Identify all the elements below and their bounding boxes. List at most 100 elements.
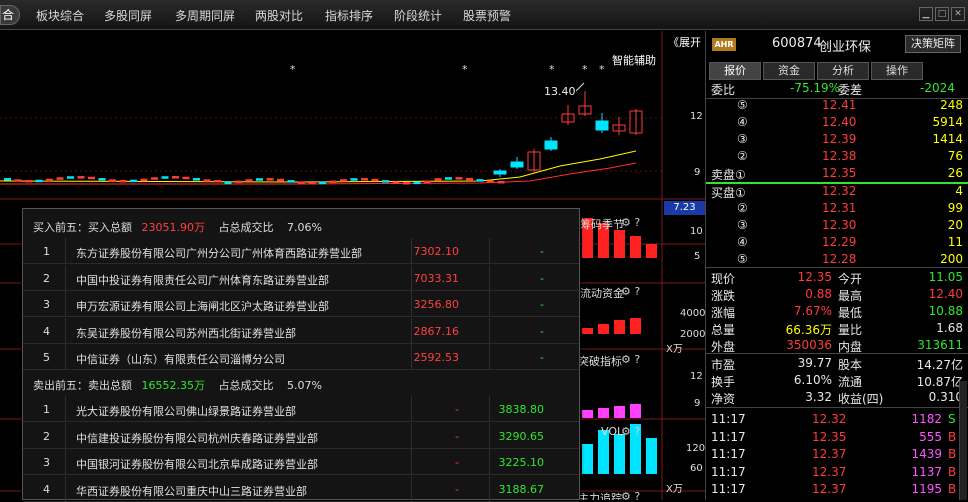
tab-quote[interactable]: 报价 (709, 62, 761, 80)
candlestick (361, 178, 368, 181)
menu-item-stock-alert[interactable]: 股票预警 (463, 7, 511, 24)
broker-row[interactable]: 1 光大证券股份有限公司佛山绿景路证券营业部 - 3838.80 (23, 396, 579, 422)
stat-value: 12.35 (797, 270, 832, 284)
candlestick-series (4, 91, 643, 185)
indicator-bar (630, 318, 641, 334)
orderbook-volume: 76 (947, 149, 963, 163)
broker-row[interactable]: 2 中信建投证券股份有限公司杭州庆春路证券营业部 - 3290.65 (23, 422, 579, 449)
broker-rank: 5 (43, 351, 50, 364)
signal-star-icon: * (462, 63, 468, 76)
candlestick (298, 181, 305, 184)
weibi-value: -75.19% (790, 81, 841, 95)
ma-line-yellow (0, 150, 637, 183)
candlestick (130, 179, 137, 183)
tab-analysis[interactable]: 分析 (817, 62, 869, 80)
unit-label: X万 (666, 484, 683, 495)
candlestick (161, 176, 169, 179)
moving-average-lines (0, 150, 637, 185)
candlestick (445, 177, 452, 180)
panel-axis-tick: 2000 (680, 329, 705, 340)
orderbook-price[interactable]: 12.39 (822, 132, 856, 146)
menu-item-multi-period[interactable]: 多周期同屏 (175, 7, 235, 24)
broker-row[interactable]: 2 中国中投证券有限责任公司广州体育东路证券营业部 7033.31 - (23, 264, 579, 291)
quote-panel: AHR 600874 创业环保 决策矩阵 报价 资金 分析 操作 委比 -75.… (705, 31, 968, 500)
orderbook-price[interactable]: 12.38 (822, 149, 856, 163)
candlestick (340, 179, 347, 182)
candlestick (497, 180, 505, 184)
assist-label[interactable]: 智能辅助 (612, 52, 656, 68)
tick-volume: 1137 (911, 464, 942, 479)
panel-title-main-track[interactable]: 主力追踪 (578, 490, 622, 500)
stat-value: 350036 (786, 338, 832, 352)
menu-item-indicator-sort[interactable]: 指标排序 (325, 7, 373, 24)
tab-funds[interactable]: 资金 (763, 62, 815, 80)
broker-rank: 1 (43, 403, 50, 416)
broker-name: 东方证券股份有限公司广州分公司广州体育西路证券营业部 (76, 247, 362, 260)
decision-matrix-button[interactable]: 决策矩阵 (905, 35, 961, 53)
gear-icon[interactable]: ⚙ ? (621, 425, 640, 438)
tick-time: 11:17 (711, 412, 746, 426)
broker-name: 中国银河证券股份有限公司北京阜成路证券营业部 (76, 458, 318, 471)
signal-star-icon: * (582, 63, 588, 76)
ahr-badge[interactable]: AHR (712, 38, 736, 51)
candlestick (151, 177, 158, 180)
candlestick (14, 179, 22, 182)
orderbook-level-label: ③ (737, 132, 748, 146)
close-icon[interactable]: ✕ (951, 7, 965, 21)
menu-item-compare[interactable]: 两股对比 (255, 7, 303, 24)
broker-row[interactable]: 4 华西证券股份有限公司重庆中山三路证券营业部 - 3188.67 (23, 475, 579, 502)
orderbook-price[interactable]: 12.30 (822, 218, 856, 232)
broker-row[interactable]: 4 东吴证券股份有限公司苏州西北街证券营业部 2867.16 - (23, 317, 579, 344)
broker-buy-amount: 7033.31 (413, 271, 460, 285)
gear-icon[interactable]: ⚙ ? (621, 490, 640, 500)
menu-item-stage-stats[interactable]: 阶段统计 (394, 7, 442, 24)
orderbook-level-label: ③ (737, 218, 748, 232)
candlestick (476, 179, 484, 182)
top-broker-popup[interactable]: 买入前五：买入总额 23051.90万 占总成交比 7.06% 1 东方证券股份有… (22, 208, 580, 502)
gear-icon[interactable]: ⚙ ? (621, 285, 640, 298)
panel-title-vol[interactable]: VOL (601, 425, 623, 438)
expand-button[interactable]: 《展开 (668, 34, 701, 50)
unit-label: X万 (666, 344, 683, 355)
gear-icon[interactable]: ⚙ ? (621, 216, 640, 229)
maximize-icon[interactable]: □ (935, 7, 949, 21)
menu-item-sector[interactable]: 板块综合 (36, 7, 84, 24)
orderbook-price[interactable]: 12.35 (822, 166, 856, 180)
tick-time: 11:17 (711, 447, 746, 461)
candlestick (35, 179, 43, 183)
tab-operation[interactable]: 操作 (871, 62, 923, 80)
orderbook-price[interactable]: 12.41 (822, 98, 856, 112)
tick-price: 12.37 (812, 447, 847, 461)
orderbook-volume: 26 (947, 166, 963, 180)
panel-title-flow[interactable]: 流动资金 (580, 285, 624, 301)
scrollbar[interactable] (959, 381, 967, 500)
panel-title-chip[interactable]: 筹码季节 (580, 216, 624, 232)
broker-row[interactable]: 5 中信证券（山东）有限责任公司淄博分公司 2592.53 - (23, 344, 579, 370)
candlestick (308, 181, 316, 185)
weibi-label: 委比 (711, 83, 736, 97)
panel-title-breakout[interactable]: 突破指标 (578, 353, 622, 369)
orderbook-price[interactable]: 12.32 (822, 184, 856, 198)
gear-icon[interactable]: ⚙ ? (621, 353, 640, 366)
candlestick (172, 176, 179, 179)
orderbook-price[interactable]: 12.28 (822, 252, 856, 266)
orderbook-price[interactable]: 12.40 (822, 115, 856, 129)
indicator-bar (598, 408, 609, 418)
broker-row[interactable]: 1 东方证券股份有限公司广州分公司广州体育西路证券营业部 7302.10 - (23, 238, 579, 264)
broker-name: 中信证券（山东）有限责任公司淄博分公司 (76, 353, 285, 366)
candlestick (277, 178, 284, 182)
broker-name: 中国中投证券有限责任公司广州体育东路证券营业部 (76, 273, 329, 287)
broker-row[interactable]: 3 中国银河证券股份有限公司北京阜成路证券营业部 - 3225.10 (23, 449, 579, 475)
broker-row[interactable]: 3 申万宏源证券有限公司上海闸北区沪太路证券营业部 3256.80 - (23, 291, 579, 317)
candlestick (329, 180, 337, 184)
home-tab-button[interactable]: 合 (0, 5, 20, 25)
orderbook-price[interactable]: 12.31 (822, 201, 856, 215)
tick-volume: 1182 (911, 412, 942, 426)
menu-item-multi-stock[interactable]: 多股同屏 (104, 7, 152, 24)
minimize-icon[interactable]: ▁ (919, 7, 933, 21)
tick-price: 12.35 (812, 429, 847, 444)
orderbook-price[interactable]: 12.29 (822, 235, 856, 249)
buy-header: 买入前五：买入总额 23051.90万 占总成交比 7.06% (33, 221, 322, 234)
candlestick (403, 181, 410, 185)
panel-axis-tick: 12 (690, 371, 703, 382)
